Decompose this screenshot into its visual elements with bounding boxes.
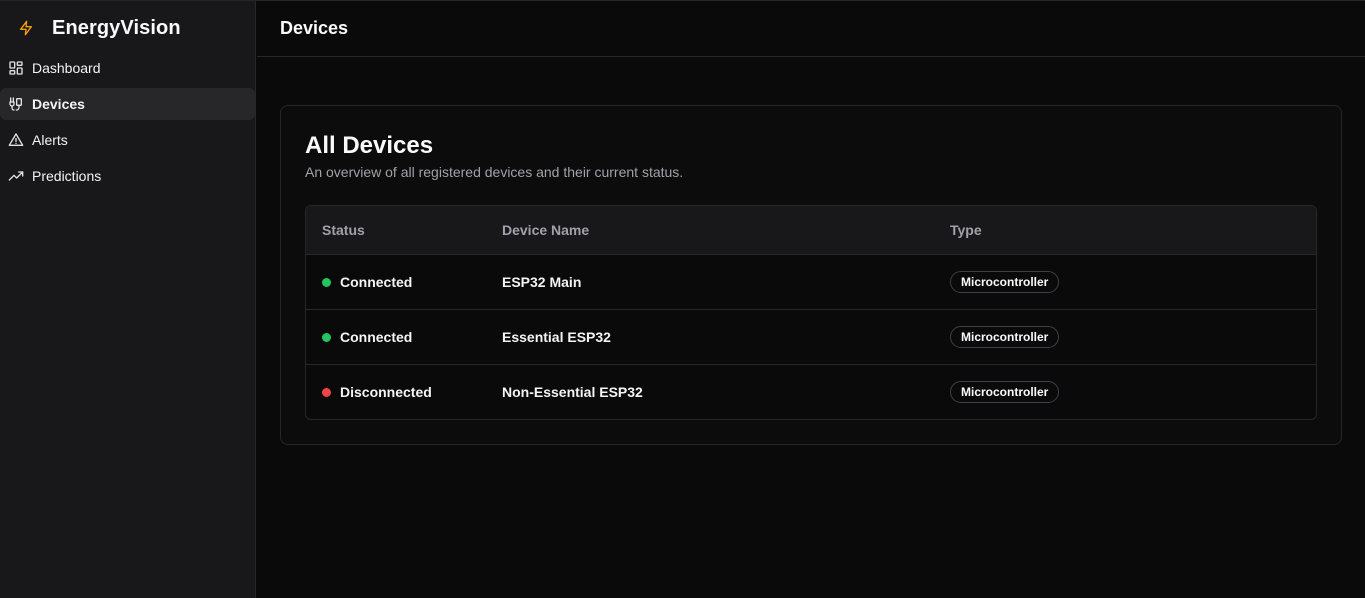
- table-header: Status Device Name Type: [306, 206, 1316, 255]
- status-cell: Disconnected: [322, 365, 432, 419]
- dashboard-icon: [8, 60, 24, 76]
- devices-table: Status Device Name Type Connected ESP32 …: [305, 205, 1317, 420]
- sidebar-item-devices[interactable]: Devices: [0, 88, 255, 120]
- status-dot-icon: [322, 387, 331, 397]
- status-cell: Connected: [322, 310, 412, 364]
- device-name-cell: Non-Essential ESP32: [502, 384, 643, 400]
- table-row[interactable]: Connected Essential ESP32 Microcontrolle…: [306, 310, 1316, 365]
- card-description: An overview of all registered devices an…: [305, 164, 684, 180]
- column-header-status[interactable]: Status: [322, 206, 365, 255]
- status-text: Connected: [340, 274, 413, 290]
- card-title: All Devices: [305, 132, 434, 159]
- table-row[interactable]: Connected ESP32 Main Microcontroller: [306, 255, 1316, 310]
- sidebar-item-label: Alerts: [32, 132, 68, 148]
- sidebar-item-label: Dashboard: [32, 60, 101, 76]
- sidebar-item-label: Predictions: [32, 168, 102, 184]
- sidebar-item-label: Devices: [32, 96, 85, 112]
- sidebar-item-predictions[interactable]: Predictions: [0, 160, 255, 192]
- status-dot-icon: [322, 277, 331, 287]
- page-header: Devices: [257, 1, 1365, 57]
- type-badge: Microcontroller: [950, 326, 1060, 348]
- sidebar-nav: Dashboard Devices Alerts Predictions: [0, 52, 256, 196]
- sidebar-item-alerts[interactable]: Alerts: [0, 124, 255, 156]
- sidebar: EnergyVision Dashboard Devices Alerts Pr…: [0, 1, 256, 598]
- type-badge: Microcontroller: [950, 271, 1060, 293]
- type-cell: Microcontroller: [950, 310, 1060, 364]
- device-name-cell: Essential ESP32: [502, 329, 611, 345]
- status-text: Connected: [340, 329, 413, 345]
- status-dot-icon: [322, 332, 331, 342]
- device-name-cell: ESP32 Main: [502, 274, 582, 290]
- devices-icon: [8, 96, 24, 112]
- brand[interactable]: EnergyVision: [18, 14, 181, 42]
- page-title: Devices: [280, 18, 349, 38]
- app-name: EnergyVision: [52, 16, 181, 39]
- lightning-bolt-icon: [18, 20, 34, 36]
- table-row[interactable]: Disconnected Non-Essential ESP32 Microco…: [306, 365, 1316, 419]
- type-badge: Microcontroller: [950, 381, 1060, 403]
- column-header-type[interactable]: Type: [950, 206, 982, 255]
- column-header-device-name[interactable]: Device Name: [502, 206, 589, 255]
- status-text: Disconnected: [340, 384, 432, 400]
- type-cell: Microcontroller: [950, 365, 1060, 419]
- devices-card: All Devices An overview of all registere…: [280, 105, 1342, 445]
- type-cell: Microcontroller: [950, 255, 1060, 309]
- app-root: EnergyVision Dashboard Devices Alerts Pr…: [0, 0, 1365, 598]
- alert-triangle-icon: [8, 132, 24, 148]
- trending-up-icon: [8, 168, 24, 184]
- sidebar-item-dashboard[interactable]: Dashboard: [0, 52, 255, 84]
- status-cell: Connected: [322, 255, 412, 309]
